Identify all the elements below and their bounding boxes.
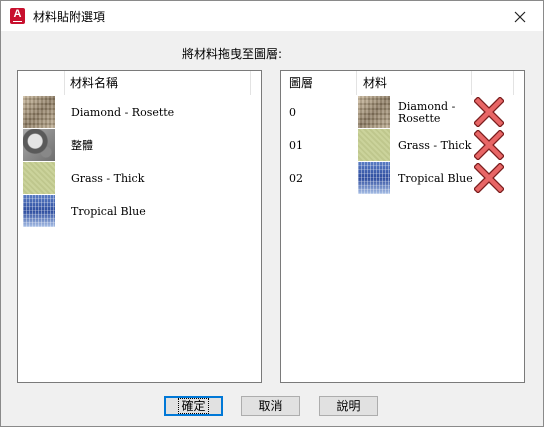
- diamond-rosette-swatch: [358, 96, 390, 128]
- material-name: Tropical Blue: [71, 205, 146, 218]
- material-name-column-header[interactable]: 材料名稱: [70, 71, 119, 95]
- autocad-app-icon: A: [10, 8, 25, 24]
- column-separator: [471, 71, 472, 95]
- tropical-blue-swatch: [358, 162, 390, 194]
- cancel-button[interactable]: 取消: [241, 396, 300, 416]
- column-separator: [64, 71, 65, 95]
- material-column-header[interactable]: 材料: [363, 71, 388, 95]
- material-attachment-dialog: A 材料貼附選項 將材料拖曳至圖層: 材料名稱 Diamond - Rosett…: [0, 0, 544, 427]
- help-button[interactable]: 說明: [319, 396, 378, 416]
- column-separator: [356, 71, 357, 95]
- material-name: 整體: [71, 139, 93, 152]
- material-name: Diamond - Rosette: [71, 106, 175, 119]
- window-title: 材料貼附選項: [33, 10, 106, 24]
- material-item[interactable]: Grass - Thick: [18, 162, 250, 195]
- ok-button-label: 確定: [178, 398, 209, 414]
- materials-list[interactable]: 材料名稱 Diamond - Rosette 整體 Grass - Thick …: [17, 70, 262, 383]
- header-scroll-area: [250, 71, 261, 95]
- red-x-icon[interactable]: [474, 97, 504, 127]
- material-name: Grass - Thick: [71, 172, 145, 185]
- material-name-line1: Tropical Blue: [398, 172, 473, 185]
- title-bar: A 材料貼附選項: [1, 1, 543, 31]
- layer-name: 0: [289, 106, 296, 119]
- ok-button[interactable]: 確定: [164, 396, 223, 416]
- layer-row[interactable]: 01 Grass - Thick: [281, 129, 513, 162]
- layer-column-header[interactable]: 圖層: [289, 71, 314, 95]
- diamond-rosette-swatch: [23, 96, 55, 128]
- header-scroll-area: [513, 71, 524, 95]
- close-icon: [514, 11, 526, 22]
- material-item[interactable]: Diamond - Rosette: [18, 96, 250, 129]
- grass-thick-swatch: [358, 129, 390, 161]
- material-item[interactable]: 整體: [18, 129, 250, 162]
- layer-row[interactable]: 0 Diamond - Rosette: [281, 96, 513, 129]
- instruction-label: 將材料拖曳至圖層:: [182, 47, 283, 61]
- layer-name: 02: [289, 172, 303, 185]
- layer-name: 01: [289, 139, 303, 152]
- global-material-swatch: [23, 129, 55, 161]
- grass-thick-swatch: [23, 162, 55, 194]
- close-button[interactable]: [497, 1, 543, 31]
- material-name-line1: Grass - Thick: [398, 139, 472, 152]
- red-x-icon[interactable]: [474, 163, 504, 193]
- red-x-icon[interactable]: [474, 130, 504, 160]
- tropical-blue-swatch: [23, 195, 55, 227]
- material-item[interactable]: Tropical Blue: [18, 195, 250, 228]
- material-name-line2: Rosette: [398, 112, 441, 125]
- layer-row[interactable]: 02 Tropical Blue: [281, 162, 513, 195]
- layers-list[interactable]: 圖層 材料 0 Diamond - Rosette 01 Grass - Thi…: [280, 70, 525, 383]
